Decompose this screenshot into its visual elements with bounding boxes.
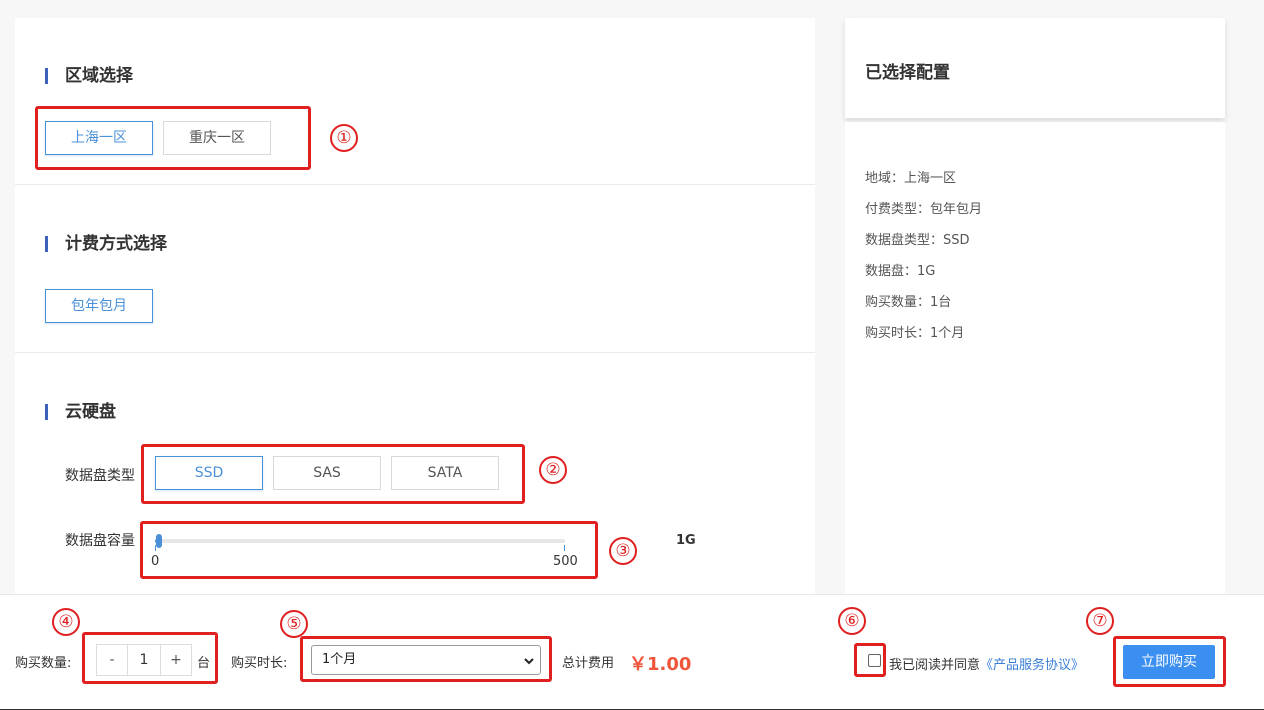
duration-selected-value: 1个月 — [322, 652, 357, 667]
region-title: 区域选择 — [45, 66, 133, 86]
annotation-badge-5: ⑤ — [280, 610, 308, 638]
annotation-badge-7: ⑦ — [1086, 607, 1114, 635]
quantity-label: 购买数量: — [15, 656, 72, 671]
agreement-text: 我已阅读并同意《产品服务协议》 — [889, 654, 1084, 673]
summary-title: 已选择配置 — [865, 63, 950, 83]
billing-section: 计费方式选择 — [15, 186, 815, 353]
disk-type-label: 数据盘类型 — [65, 468, 135, 484]
summary-disk-type: 数据盘类型：SSD — [865, 233, 970, 248]
annotation-badge-2: ② — [539, 456, 567, 484]
annotation-badge-3: ③ — [609, 537, 637, 565]
summary-quantity: 购买数量：1台 — [865, 295, 952, 310]
annotation-badge-4: ④ — [52, 608, 80, 636]
region-option-chongqing[interactable]: 重庆一区 — [163, 121, 271, 155]
annotation-badge-6: ⑥ — [838, 607, 866, 635]
total-price: ￥1.00 — [629, 654, 692, 675]
region-option-shanghai[interactable]: 上海一区 — [45, 121, 153, 155]
disk-type-ssd[interactable]: SSD — [155, 456, 263, 490]
annotation-badge-1: ① — [330, 124, 358, 152]
slider-max-label: 500 — [553, 554, 578, 569]
capacity-slider-handle[interactable] — [155, 534, 162, 548]
quantity-value[interactable]: 1 — [127, 645, 161, 675]
billing-title: 计费方式选择 — [45, 234, 167, 254]
capacity-slider-track[interactable] — [155, 534, 565, 548]
total-label: 总计费用 — [562, 656, 615, 671]
disk-capacity-label: 数据盘容量 — [65, 533, 135, 549]
slider-tick-max — [564, 545, 565, 551]
slider-tick-min — [155, 545, 156, 551]
slider-min-label: 0 — [151, 554, 160, 569]
duration-label: 购买时长: — [231, 656, 288, 671]
agree-checkbox[interactable] — [868, 654, 881, 667]
summary-header: 已选择配置 — [845, 18, 1225, 118]
summary-panel: 地域：上海一区 付费类型：包年包月 数据盘类型：SSD 数据盘：1G 购买数量：… — [845, 122, 1225, 594]
quantity-decrement-button[interactable]: - — [97, 645, 127, 675]
quantity-unit: 台 — [197, 656, 211, 671]
summary-disk-size: 数据盘：1G — [865, 264, 936, 279]
region-section: 区域选择 — [15, 18, 815, 185]
capacity-value: 1G — [676, 533, 696, 548]
disk-type-sas[interactable]: SAS — [273, 456, 381, 490]
buy-now-button[interactable]: 立即购买 — [1123, 645, 1215, 679]
summary-duration: 购买时长：1个月 — [865, 326, 965, 341]
quantity-stepper[interactable]: - 1 + — [96, 644, 192, 676]
disk-title: 云硬盘 — [45, 402, 116, 422]
chevron-down-icon — [524, 658, 534, 665]
disk-type-sata[interactable]: SATA — [391, 456, 499, 490]
service-agreement-link[interactable]: 《产品服务协议》 — [980, 658, 1084, 673]
summary-region: 地域：上海一区 — [865, 171, 957, 186]
agreement-prefix: 我已阅读并同意 — [889, 658, 981, 673]
billing-option-yearly-monthly[interactable]: 包年包月 — [45, 289, 153, 323]
summary-billing: 付费类型：包年包月 — [865, 202, 983, 217]
duration-select[interactable]: 1个月 — [311, 645, 541, 675]
quantity-increment-button[interactable]: + — [161, 645, 191, 675]
